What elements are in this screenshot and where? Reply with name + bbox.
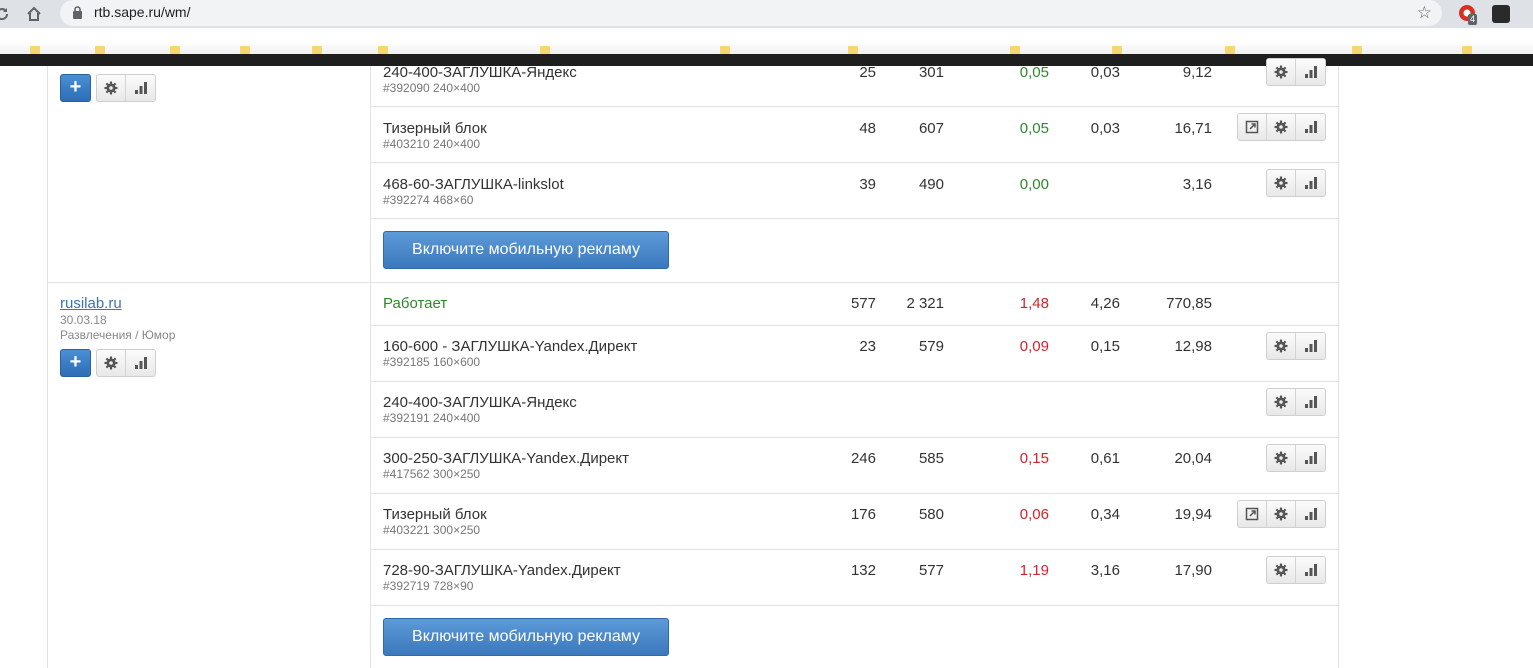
cell-value: 585 bbox=[918, 450, 944, 467]
block-name[interactable]: Тизерный блок bbox=[383, 506, 487, 523]
cell-value: 17,90 bbox=[1174, 562, 1212, 579]
cell-value: 580 bbox=[918, 506, 944, 523]
row-actions bbox=[1266, 58, 1326, 86]
address-bar[interactable]: rtb.sape.ru/wm/ ☆ bbox=[60, 0, 1442, 26]
bookmark-star-icon[interactable]: ☆ bbox=[1417, 3, 1432, 23]
stats-icon[interactable] bbox=[1296, 389, 1325, 415]
cell-value: 0,61 bbox=[1090, 450, 1120, 467]
cell-value: 0,15 bbox=[1019, 450, 1049, 467]
reload-icon[interactable] bbox=[0, 2, 14, 26]
cell-value: 1,48 bbox=[1019, 295, 1049, 312]
cell-value: 0,05 bbox=[1019, 64, 1049, 81]
cell-value: 577 bbox=[918, 562, 944, 579]
gear-icon[interactable] bbox=[97, 350, 126, 376]
block-meta: #417562 300×250 bbox=[383, 467, 481, 481]
block-name[interactable]: 240-400-ЗАГЛУШКА-Яндекс bbox=[383, 394, 577, 411]
cell-value: 0,03 bbox=[1090, 120, 1120, 137]
cell-value: 0,03 bbox=[1090, 64, 1120, 81]
cell-value: 4,26 bbox=[1090, 295, 1120, 312]
cell-value: 12,98 bbox=[1174, 338, 1212, 355]
gear-icon[interactable] bbox=[1267, 114, 1296, 140]
gear-icon[interactable] bbox=[1267, 389, 1296, 415]
block-meta: #392185 160×600 bbox=[383, 355, 481, 369]
gear-icon[interactable] bbox=[1267, 445, 1296, 471]
extension-icon-2[interactable] bbox=[1492, 5, 1510, 23]
row-actions bbox=[1237, 500, 1326, 528]
cell-value: 1,19 bbox=[1019, 562, 1049, 579]
stats-icon[interactable] bbox=[1296, 114, 1325, 140]
block-meta: #403210 240×400 bbox=[383, 137, 481, 151]
stats-icon[interactable] bbox=[126, 75, 155, 101]
stats-icon[interactable] bbox=[1296, 170, 1325, 196]
cell-value: 0,09 bbox=[1019, 338, 1049, 355]
url-text: rtb.sape.ru/wm/ bbox=[94, 4, 191, 20]
enable-mobile-ads-button[interactable]: Включите мобильную рекламу bbox=[383, 618, 669, 656]
block-meta: #392274 468×60 bbox=[383, 193, 474, 207]
gear-icon[interactable] bbox=[1267, 333, 1296, 359]
extension-badge: 4 bbox=[1468, 14, 1478, 25]
stats-icon[interactable] bbox=[1296, 333, 1325, 359]
stats-icon[interactable] bbox=[1296, 445, 1325, 471]
block-name[interactable]: 468-60-ЗАГЛУШКА-linkslot bbox=[383, 176, 564, 193]
block-name[interactable]: Тизерный блок bbox=[383, 120, 487, 137]
row-actions bbox=[1266, 169, 1326, 197]
gear-icon[interactable] bbox=[1267, 59, 1296, 85]
cell-value: 9,12 bbox=[1182, 64, 1212, 81]
block-meta: #392191 240×400 bbox=[383, 411, 481, 425]
sites-table: + 240-400-ЗАГЛУШКА-Яндекс #392090 240×40… bbox=[0, 58, 1533, 668]
cell-value: 16,71 bbox=[1174, 120, 1212, 137]
gear-icon[interactable] bbox=[1267, 170, 1296, 196]
external-link-icon[interactable] bbox=[1238, 501, 1267, 527]
site-actions bbox=[96, 74, 156, 102]
home-icon[interactable] bbox=[22, 2, 46, 26]
browser-toolbar: rtb.sape.ru/wm/ ☆ 4 bbox=[0, 0, 1533, 28]
add-block-button[interactable]: + bbox=[60, 74, 91, 102]
cell-value: 490 bbox=[918, 176, 944, 193]
row-actions bbox=[1266, 332, 1326, 360]
stats-icon[interactable] bbox=[1296, 557, 1325, 583]
block-meta: #403221 300×250 bbox=[383, 523, 481, 537]
cell-value: 0,00 bbox=[1019, 176, 1049, 193]
site-actions bbox=[96, 349, 156, 377]
cell-value: 3,16 bbox=[1182, 176, 1212, 193]
cell-value: 0,34 bbox=[1090, 506, 1120, 523]
gear-icon[interactable] bbox=[97, 75, 126, 101]
block-name[interactable]: 160-600 - ЗАГЛУШКА-Yandex.Директ bbox=[383, 338, 637, 355]
external-link-icon[interactable] bbox=[1238, 114, 1267, 140]
site-category: Развлечения / Юмор bbox=[60, 328, 176, 342]
cell-value: 2 321 bbox=[906, 295, 944, 312]
stats-icon[interactable] bbox=[1296, 59, 1325, 85]
cell-value: 0,15 bbox=[1090, 338, 1120, 355]
cell-value: 20,04 bbox=[1174, 450, 1212, 467]
gear-icon[interactable] bbox=[1267, 557, 1296, 583]
extension-icon[interactable]: 4 bbox=[1458, 4, 1478, 25]
cell-value: 770,85 bbox=[1166, 295, 1212, 312]
stats-icon[interactable] bbox=[126, 350, 155, 376]
stats-icon[interactable] bbox=[1296, 501, 1325, 527]
block-name[interactable]: 240-400-ЗАГЛУШКА-Яндекс bbox=[383, 64, 577, 81]
block-meta: #392719 728×90 bbox=[383, 579, 474, 593]
site-link[interactable]: rusilab.ru bbox=[60, 295, 122, 312]
cell-value: 3,16 bbox=[1090, 562, 1120, 579]
row-actions bbox=[1237, 113, 1326, 141]
row-actions bbox=[1266, 388, 1326, 416]
row-actions bbox=[1266, 444, 1326, 472]
block-meta: #392090 240×400 bbox=[383, 81, 481, 95]
add-block-button[interactable]: + bbox=[60, 349, 91, 377]
cell-value: 579 bbox=[918, 338, 944, 355]
block-name[interactable]: 300-250-ЗАГЛУШКА-Yandex.Директ bbox=[383, 450, 629, 467]
cell-value: 0,06 bbox=[1019, 506, 1049, 523]
enable-mobile-ads-button[interactable]: Включите мобильную рекламу bbox=[383, 231, 669, 269]
cell-value: 301 bbox=[918, 64, 944, 81]
cell-value: 19,94 bbox=[1174, 506, 1212, 523]
row-actions bbox=[1266, 556, 1326, 584]
cell-value: 607 bbox=[918, 120, 944, 137]
gear-icon[interactable] bbox=[1267, 501, 1296, 527]
site-status: Работает bbox=[383, 295, 448, 312]
cell-value: 0,05 bbox=[1019, 120, 1049, 137]
lock-icon bbox=[72, 6, 83, 24]
site-date: 30.03.18 bbox=[60, 313, 107, 327]
block-name[interactable]: 728-90-ЗАГЛУШКА-Yandex.Директ bbox=[383, 562, 621, 579]
